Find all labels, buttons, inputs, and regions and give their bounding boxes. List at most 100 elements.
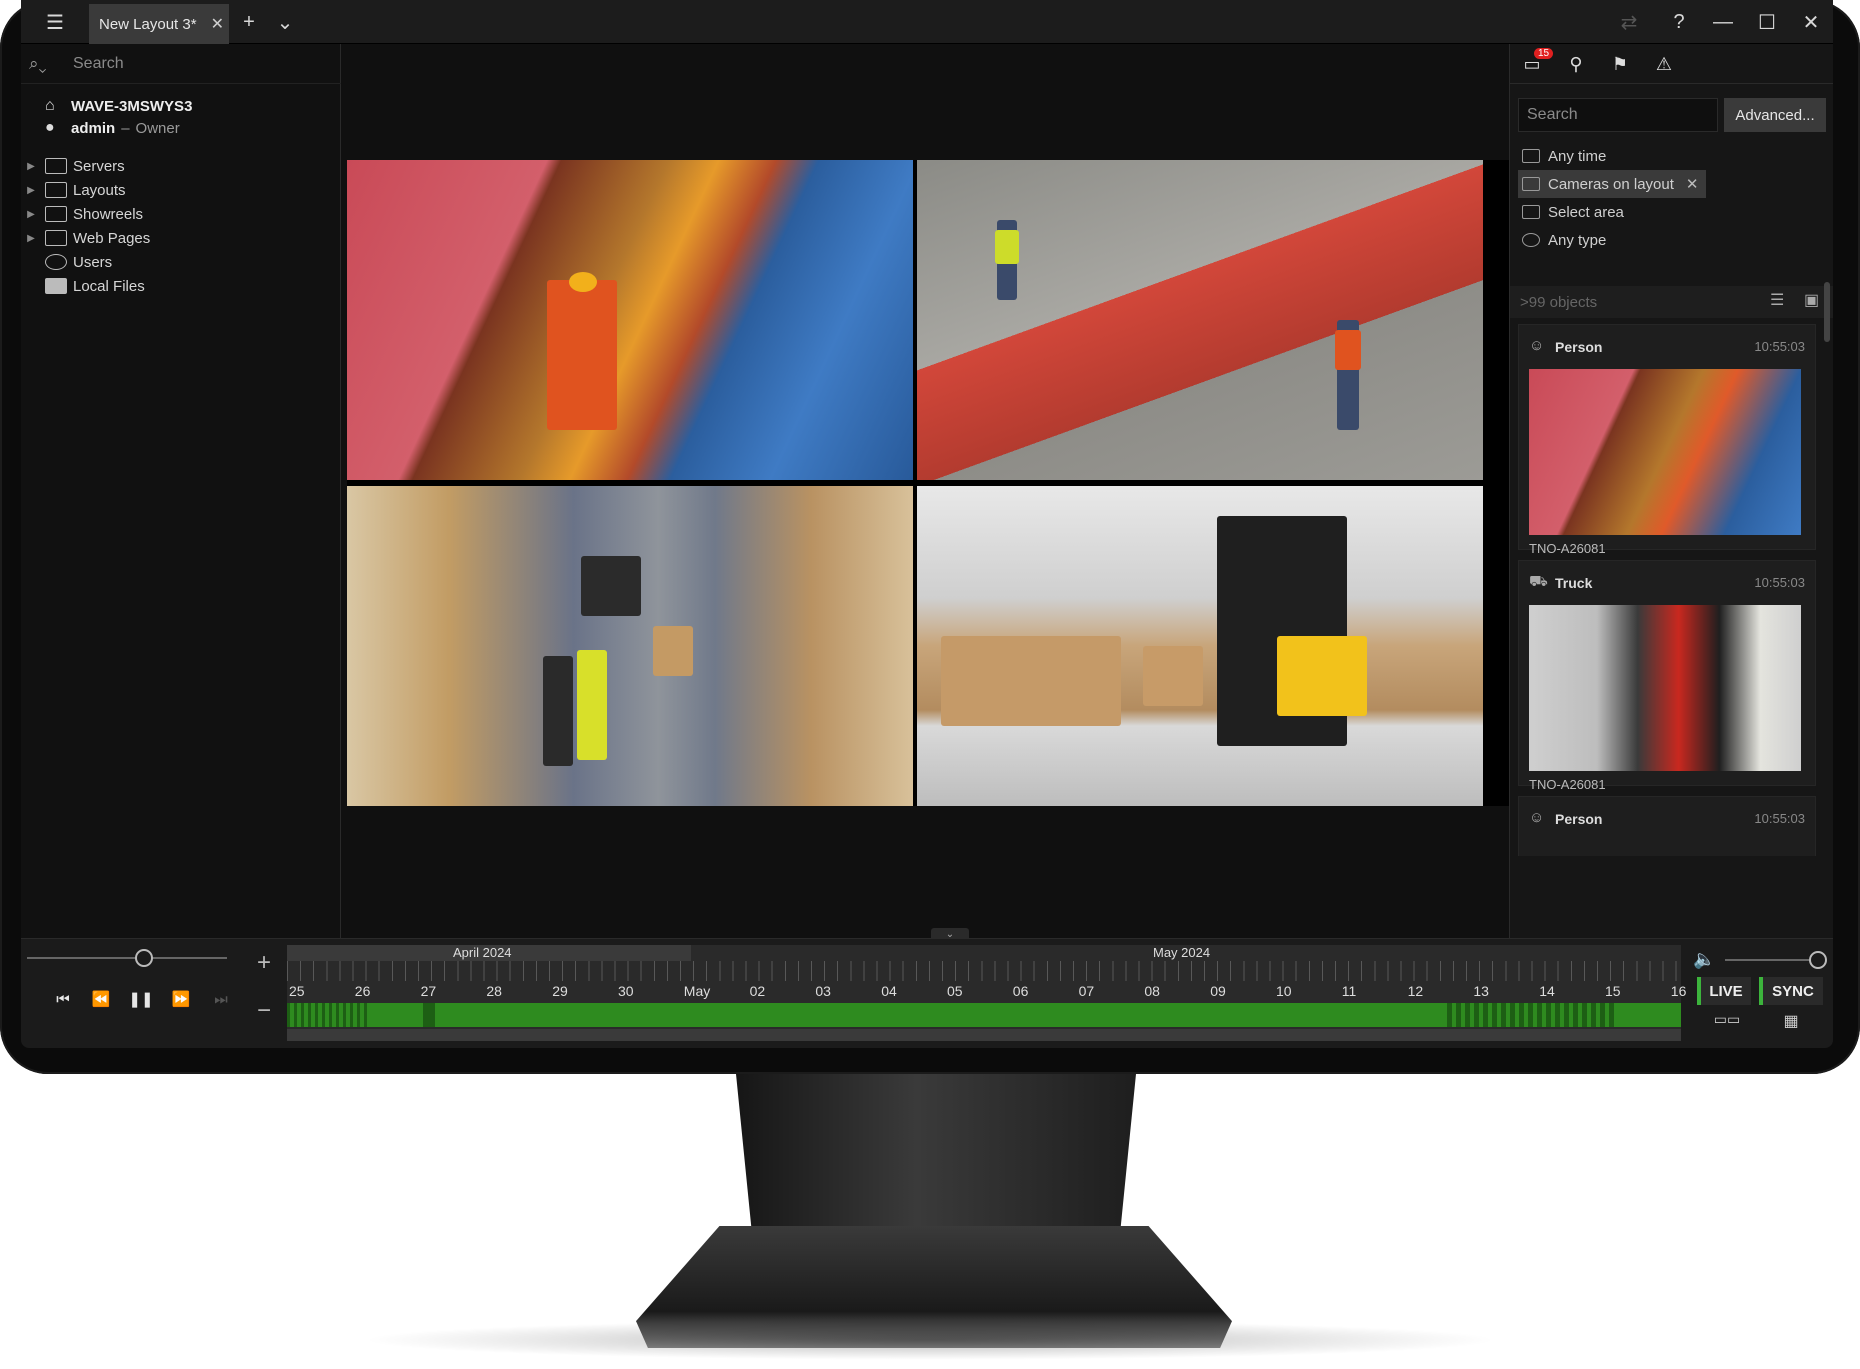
expand-arrow-icon[interactable]: ▶ [21, 185, 41, 196]
worker-figure [577, 650, 607, 760]
day-label: 15 [1605, 983, 1621, 999]
minimize-button[interactable]: — [1701, 0, 1745, 44]
layouts-icon [45, 182, 67, 198]
day-label: 11 [1341, 983, 1357, 999]
filter-time[interactable]: Any time [1518, 142, 1606, 170]
close-button[interactable]: ✕ [1789, 0, 1833, 44]
pallet-shape [1143, 646, 1203, 706]
fast-forward-button[interactable]: ⏩ [163, 983, 199, 1015]
go-to-start-button[interactable]: ⏮ [45, 983, 81, 1015]
expand-arrow-icon[interactable]: ▶ [21, 161, 41, 172]
add-tab-button[interactable]: + [231, 0, 267, 44]
camera-tile[interactable] [347, 160, 913, 480]
filter-time-label: Any time [1548, 147, 1607, 165]
search-input[interactable]: Search [73, 55, 124, 73]
calendar-icon[interactable]: ▦ [1771, 1011, 1811, 1037]
clear-filter-icon[interactable]: ✕ [1686, 175, 1699, 193]
vest-shape [995, 230, 1019, 264]
camera-tile[interactable] [347, 486, 913, 806]
maximize-button[interactable]: ☐ [1745, 0, 1789, 44]
go-to-end-button[interactable]: ⏭ [203, 983, 239, 1015]
layout-tab[interactable]: New Layout 3* ✕ [89, 4, 229, 44]
video-layout-grid [347, 160, 1509, 806]
timeline-mode-icon[interactable]: ▭▭ [1707, 1011, 1747, 1037]
object-card[interactable]: ☺ Person 10:55:03 [1518, 796, 1816, 856]
filter-type[interactable]: Any type [1518, 226, 1606, 254]
object-card[interactable]: ☺ Person 10:55:03 TNO-A26081 [1518, 324, 1816, 556]
person-icon: ☺ [1529, 809, 1545, 826]
volume-slider-track[interactable] [1725, 959, 1815, 961]
rewind-button[interactable]: ⏪ [83, 983, 119, 1015]
day-label: 04 [881, 983, 897, 999]
recording-chunks [287, 1003, 1681, 1027]
day-label: 02 [749, 983, 766, 999]
list-view-icon[interactable]: ☰ [1770, 290, 1784, 310]
results-scrollbar[interactable] [1824, 282, 1830, 342]
timeline[interactable]: April 2024 May 2024 25 26 27 28 29 30 May 02 03 0… [287, 945, 1686, 1041]
tab-list-chevron-icon[interactable]: ⌄ [267, 0, 303, 44]
filter-type-label: Any type [1548, 231, 1607, 249]
object-thumbnail [1529, 605, 1801, 771]
resource-search[interactable]: ⌕⌄ Search [21, 44, 341, 84]
system-node[interactable]: ⌂ WAVE-3MSWYS3 [21, 94, 192, 118]
volume-icon[interactable]: 🔈 [1693, 949, 1715, 970]
timeline-zoom-in-button[interactable]: + [249, 949, 279, 979]
motion-chunk [423, 1003, 435, 1027]
expand-arrow-icon[interactable]: ▶ [21, 209, 41, 220]
object-type: Person [1555, 811, 1603, 827]
object-card[interactable]: ⛟ Truck 10:55:03 TNO-A26081 [1518, 560, 1816, 792]
tab-notifications[interactable]: ▭ 15 [1510, 44, 1554, 84]
stand-shadow [360, 1320, 1500, 1360]
object-time: 10:55:03 [1754, 811, 1805, 826]
speed-slider-track[interactable] [27, 957, 227, 959]
app-window: ☰ New Layout 3* ✕ + ⌄ ⇄ ? — ☐ ✕ ⌕⌄ Searc… [21, 0, 1833, 1048]
object-search-input[interactable]: Search [1518, 98, 1718, 132]
resource-panel: ⌕⌄ Search ⌂ WAVE-3MSWYS3 ● admin – Owner… [21, 44, 341, 938]
user-node[interactable]: ● admin – Owner [21, 116, 180, 140]
servers-icon [45, 158, 67, 174]
tree-item-showreels[interactable]: ▶ Showreels [21, 202, 143, 226]
sync-icon[interactable]: ⇄ [1601, 0, 1657, 44]
title-bar: ☰ New Layout 3* ✕ + ⌄ ⇄ ? — ☐ ✕ [21, 0, 1833, 44]
expand-arrow-icon[interactable]: ▶ [21, 233, 41, 244]
tree-item-web-pages[interactable]: ▶ Web Pages [21, 226, 150, 250]
timeline-zoom-out-button[interactable]: − [249, 997, 279, 1027]
timeline-scrollbar[interactable] [287, 1029, 1681, 1041]
thumbnail-view-icon[interactable]: ▣ [1804, 290, 1819, 310]
object-time: 10:55:03 [1754, 575, 1805, 590]
main-menu-button[interactable]: ☰ [21, 0, 89, 44]
tree-label: Layouts [73, 181, 126, 199]
tree-item-servers[interactable]: ▶ Servers [21, 154, 125, 178]
pause-button[interactable]: ❚❚ [123, 983, 159, 1015]
camera-tile[interactable] [917, 486, 1483, 806]
month-label: April 2024 [453, 945, 512, 960]
web-pages-icon [45, 230, 67, 246]
filter-area[interactable]: Select area [1518, 198, 1624, 226]
tree-item-layouts[interactable]: ▶ Layouts [21, 178, 126, 202]
tab-bookmarks[interactable]: ⚑ [1598, 44, 1642, 84]
right-panel-tabs: ▭ 15 ⚲ ⚑ ⚠ [1510, 44, 1833, 84]
tree-label: Users [73, 253, 113, 271]
advanced-button[interactable]: Advanced... [1724, 98, 1826, 132]
day-label: 25 [289, 983, 305, 999]
object-type: Person [1555, 339, 1603, 355]
tree-item-users[interactable]: Users [21, 250, 112, 274]
filter-cameras[interactable]: Cameras on layout ✕ [1518, 170, 1707, 198]
sync-button[interactable]: SYNC [1759, 977, 1823, 1005]
speed-slider-handle[interactable] [135, 949, 153, 967]
day-label: 07 [1078, 983, 1095, 999]
tab-events[interactable]: ⚠ [1642, 44, 1686, 84]
volume-slider-handle[interactable] [1809, 951, 1827, 969]
truck-icon: ⛟ [1529, 573, 1548, 590]
filter-area-label: Select area [1548, 203, 1624, 221]
camera-tile[interactable] [917, 160, 1483, 480]
tab-motion[interactable]: ⚲ [1554, 44, 1598, 84]
day-label: 10 [1276, 983, 1292, 999]
tree-item-local-files[interactable]: Local Files [21, 274, 145, 298]
tab-close-icon[interactable]: ✕ [211, 14, 224, 34]
help-button[interactable]: ? [1657, 0, 1701, 44]
results-count: >99 objects [1510, 286, 1833, 318]
camera-icon [1522, 177, 1540, 191]
live-button[interactable]: LIVE [1697, 977, 1751, 1005]
showreels-icon [45, 206, 67, 222]
